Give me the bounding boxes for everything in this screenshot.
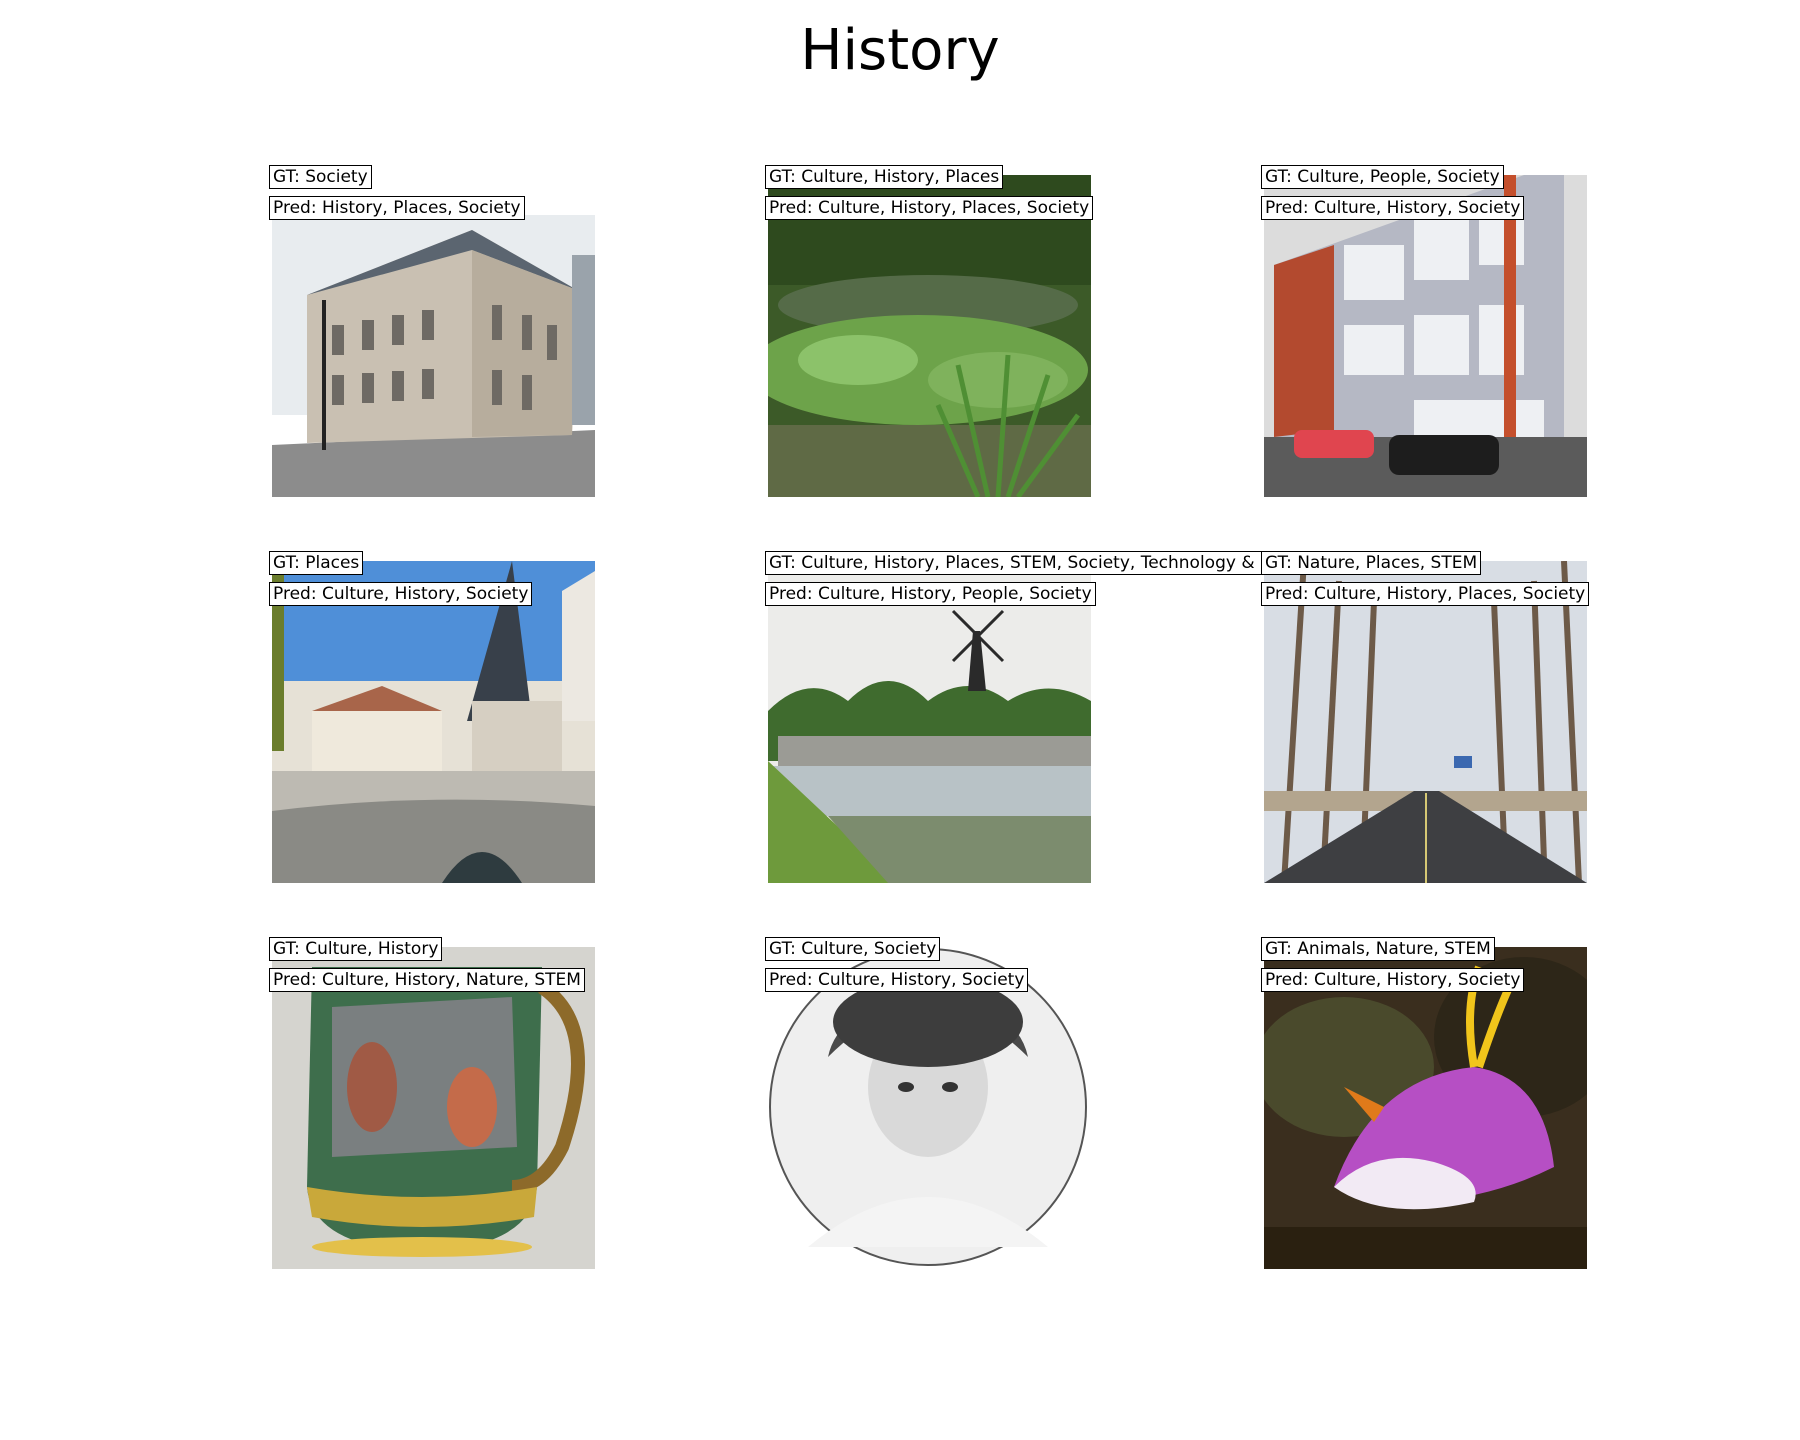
gt-label: GT: Culture, History, Places, STEM, Soci…	[765, 551, 1297, 575]
road-photo	[1264, 561, 1587, 883]
nudibranch-photo	[1264, 947, 1587, 1269]
gt-label: GT: Society	[269, 165, 372, 189]
pred-label: Pred: Culture, History, Society	[1261, 196, 1525, 220]
modern-building-photo	[1264, 175, 1587, 497]
gt-label: GT: Culture, People, Society	[1261, 165, 1504, 189]
pred-label: Pred: Culture, History, Society	[1261, 968, 1525, 992]
pred-label: Pred: Culture, History, Nature, STEM	[269, 968, 585, 992]
village-photo	[272, 561, 595, 883]
pred-label: Pred: Culture, History, Places, Society	[765, 196, 1094, 220]
pond-photo	[768, 175, 1091, 497]
building-photo	[272, 175, 595, 497]
panel-9: GT: Animals, Nature, STEM Pred: Culture,…	[1261, 937, 1587, 1269]
gt-label: GT: Places	[269, 551, 364, 575]
figure-title: History	[800, 18, 1000, 83]
pred-label: Pred: Culture, History, People, Society	[765, 582, 1096, 606]
portrait-photo	[768, 947, 1091, 1269]
jug-photo	[272, 947, 595, 1269]
pred-label: Pred: History, Places, Society	[269, 196, 525, 220]
windmill-photo	[768, 561, 1091, 883]
panel-1: GT: Society Pred: History, Places, Socie…	[269, 165, 595, 497]
gt-label: GT: Culture, History	[269, 937, 443, 961]
panel-3: GT: Culture, People, Society Pred: Cultu…	[1261, 165, 1587, 497]
gt-label: GT: Culture, Society	[765, 937, 941, 961]
gt-label: GT: Culture, History, Places	[765, 165, 1004, 189]
gt-label: GT: Animals, Nature, STEM	[1261, 937, 1495, 961]
panel-6: GT: Nature, Places, STEM Pred: Culture, …	[1261, 551, 1590, 883]
panel-8: GT: Culture, Society Pred: Culture, Hist…	[765, 937, 1091, 1269]
gt-label: GT: Nature, Places, STEM	[1261, 551, 1482, 575]
panel-4: GT: Places Pred: Culture, History, Socie…	[269, 551, 595, 883]
pred-label: Pred: Culture, History, Society	[765, 968, 1029, 992]
panel-2: GT: Culture, History, Places Pred: Cultu…	[765, 165, 1094, 497]
panel-5: GT: Culture, History, Places, STEM, Soci…	[765, 551, 1297, 883]
panel-7: GT: Culture, History Pred: Culture, Hist…	[269, 937, 595, 1269]
pred-label: Pred: Culture, History, Places, Society	[1261, 582, 1590, 606]
pred-label: Pred: Culture, History, Society	[269, 582, 533, 606]
